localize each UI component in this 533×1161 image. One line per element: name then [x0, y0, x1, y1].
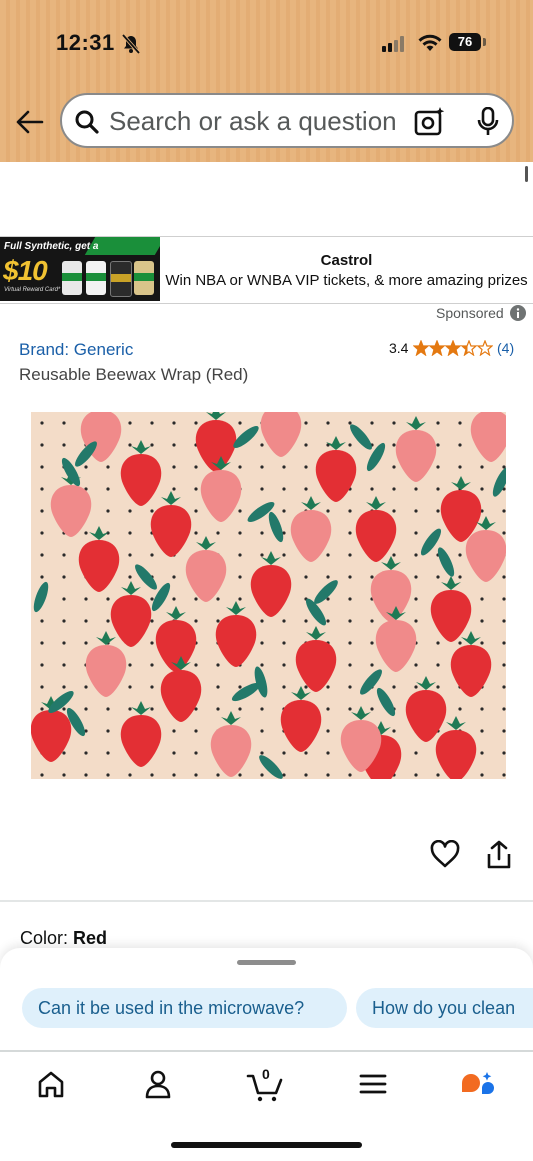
menu-icon[interactable] — [355, 1066, 395, 1106]
rating-star — [413, 340, 430, 356]
rufus-icon[interactable] — [458, 1066, 498, 1106]
color-label-text: Color: — [20, 928, 69, 948]
ad-image: Full Synthetic, get a $10 Virtual Reward… — [0, 237, 160, 301]
suggestion-chip[interactable]: Can it be used in the microwave? — [22, 988, 347, 1028]
sheet-drag-handle[interactable] — [237, 960, 296, 965]
rating-value: 3.4 — [389, 340, 409, 356]
rating-star — [460, 340, 478, 356]
home-indicator — [171, 1142, 362, 1148]
heart-icon[interactable] — [430, 839, 460, 873]
oil-bottle-1 — [62, 261, 82, 295]
search-icon — [74, 109, 100, 140]
account-icon[interactable] — [140, 1066, 180, 1106]
ad-tagline: Win NBA or WNBA VIP tickets, & more amaz… — [165, 272, 528, 289]
color-value: Red — [73, 928, 108, 948]
search-input[interactable] — [109, 105, 409, 137]
scroll-indicator — [525, 166, 528, 182]
battery-nub — [483, 38, 486, 46]
rating-stars[interactable] — [413, 340, 493, 356]
oil-bottle-3 — [110, 261, 132, 297]
suggestion-chip[interactable]: How do you clean — [356, 988, 533, 1028]
search-bar[interactable] — [60, 93, 514, 148]
battery-indicator: 76 — [449, 33, 481, 51]
rating-star — [476, 340, 493, 356]
info-icon[interactable] — [510, 305, 526, 326]
oil-bottle-4 — [134, 261, 154, 295]
ad-image-headline: Full Synthetic, get a — [4, 241, 99, 252]
mic-icon[interactable] — [476, 106, 500, 142]
back-arrow-icon[interactable] — [14, 108, 46, 136]
ad-brand: Castrol — [320, 252, 373, 269]
rating-star — [428, 340, 446, 356]
top-header: 12:31 76 — [0, 0, 533, 162]
cell-signal-icon — [382, 36, 408, 57]
home-icon[interactable] — [33, 1066, 73, 1106]
ad-image-price: $10 — [3, 255, 48, 286]
sponsored-label: Sponsored — [436, 305, 504, 321]
rating-count[interactable]: (4) — [497, 340, 514, 356]
cart-icon[interactable]: 0 — [246, 1066, 286, 1106]
brand-link[interactable]: Brand: Generic — [19, 340, 133, 360]
silent-mode-icon — [121, 33, 141, 59]
product-title: Reusable Beewax Wrap (Red) — [19, 365, 249, 384]
rating-star — [444, 340, 462, 356]
oil-bottle-2 — [86, 261, 106, 295]
product-image[interactable] — [31, 412, 506, 779]
share-icon[interactable] — [486, 840, 512, 875]
color-selection-label: Color: Red — [20, 928, 107, 949]
sponsored-ad-banner[interactable]: Full Synthetic, get a $10 Virtual Reward… — [0, 236, 533, 304]
ad-image-footer: Virtual Reward Card* — [4, 287, 61, 293]
cart-count: 0 — [262, 1066, 270, 1082]
bottom-navigation: 0 — [0, 1050, 533, 1161]
wifi-icon — [418, 33, 442, 58]
suggestions-sheet: Can it be used in the microwave? How do … — [0, 948, 533, 1050]
camera-icon[interactable] — [414, 107, 446, 142]
section-divider — [0, 900, 533, 902]
status-time: 12:31 — [56, 30, 115, 55]
